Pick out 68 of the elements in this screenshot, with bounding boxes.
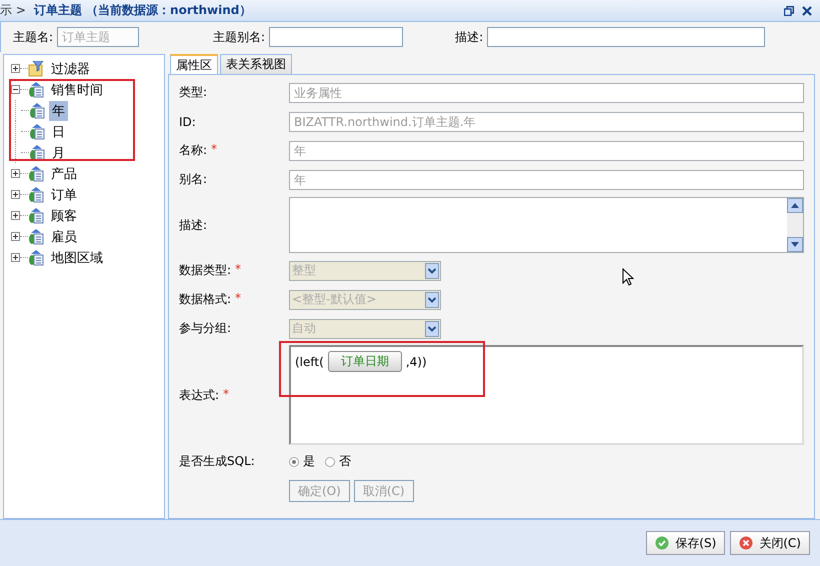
input-field[interactable]: [269, 27, 404, 47]
field-token[interactable]: 订单日期: [328, 351, 402, 372]
dimension-icon: [28, 82, 44, 98]
field-label: ID:: [179, 114, 196, 128]
radio-button[interactable]: [289, 456, 299, 466]
scroll-down-icon[interactable]: [787, 237, 803, 252]
scrollbar[interactable]: [787, 198, 803, 252]
field-label: 主题名:: [13, 28, 54, 46]
tree-item[interactable]: 过滤器: [48, 58, 93, 78]
expression-editor[interactable]: (left( 订单日期 ,4)): [289, 345, 804, 445]
tree-item[interactable]: 月: [49, 142, 68, 162]
field-label: 名称:: [179, 142, 208, 159]
close-icon: [739, 536, 754, 550]
expand-icon[interactable]: [11, 253, 20, 262]
collapse-icon[interactable]: [11, 85, 20, 94]
expand-icon[interactable]: [11, 190, 20, 199]
input-field[interactable]: [487, 27, 766, 47]
dimension-icon: [28, 208, 44, 224]
tree-item[interactable]: 年: [49, 100, 68, 120]
close-icon[interactable]: [802, 6, 812, 16]
field-label: 别名:: [179, 171, 208, 188]
required-mark: *: [223, 386, 230, 402]
tree-item[interactable]: 顾客: [48, 206, 80, 226]
field-label: 表达式:: [179, 386, 220, 404]
tree-item[interactable]: 日: [49, 122, 68, 142]
expand-icon[interactable]: [11, 169, 20, 178]
expand-icon[interactable]: [11, 64, 20, 73]
field-label: 描述:: [179, 216, 208, 234]
radio-label: 是: [303, 453, 315, 470]
field-label: 参与分组:: [179, 320, 232, 337]
tab[interactable]: 属性区: [170, 54, 218, 74]
tree-item[interactable]: 销售时间: [48, 80, 106, 100]
field-label: 主题别名:: [213, 28, 266, 46]
dimension-icon: [29, 102, 45, 118]
breadcrumb: 示 >: [0, 2, 26, 19]
radio-button[interactable]: [325, 456, 335, 466]
expression-text: (left(: [295, 354, 324, 368]
required-mark: *: [235, 291, 242, 307]
dimension-icon: [28, 228, 44, 244]
dimension-icon: [28, 186, 44, 202]
expression-text: ,4)): [406, 354, 427, 368]
check-icon: [655, 536, 670, 550]
field-label: 数据格式:: [179, 291, 232, 308]
tab[interactable]: 表关系视图: [220, 54, 292, 74]
dimension-icon: [28, 166, 44, 182]
field-label: 描述:: [455, 28, 484, 46]
radio-label: 否: [339, 453, 351, 470]
required-mark: *: [235, 262, 242, 278]
cursor-icon: [622, 268, 634, 286]
required-mark: *: [211, 142, 218, 158]
tree-item[interactable]: 订单: [48, 184, 80, 204]
expand-icon[interactable]: [11, 211, 20, 220]
field-label: 是否生成SQL:: [179, 453, 255, 470]
scroll-up-icon[interactable]: [787, 198, 803, 213]
tree-item[interactable]: 雇员: [48, 226, 80, 246]
dimension-icon: [29, 124, 45, 140]
expand-icon[interactable]: [11, 232, 20, 241]
close-button[interactable]: 关闭(C): [730, 531, 810, 555]
window-title: 订单主题 （当前数据源：northwind）: [34, 2, 252, 19]
field-label: 数据类型:: [179, 262, 232, 279]
field-label: 类型:: [179, 84, 208, 101]
tree-item[interactable]: 地图区域: [48, 248, 106, 268]
tree-item[interactable]: 产品: [48, 164, 80, 184]
save-button[interactable]: 保存(S): [646, 531, 726, 555]
dimension-icon: [29, 144, 45, 160]
dimension-icon: [28, 250, 44, 266]
restore-icon[interactable]: [784, 6, 794, 16]
funnel-folder-icon: [28, 60, 44, 76]
